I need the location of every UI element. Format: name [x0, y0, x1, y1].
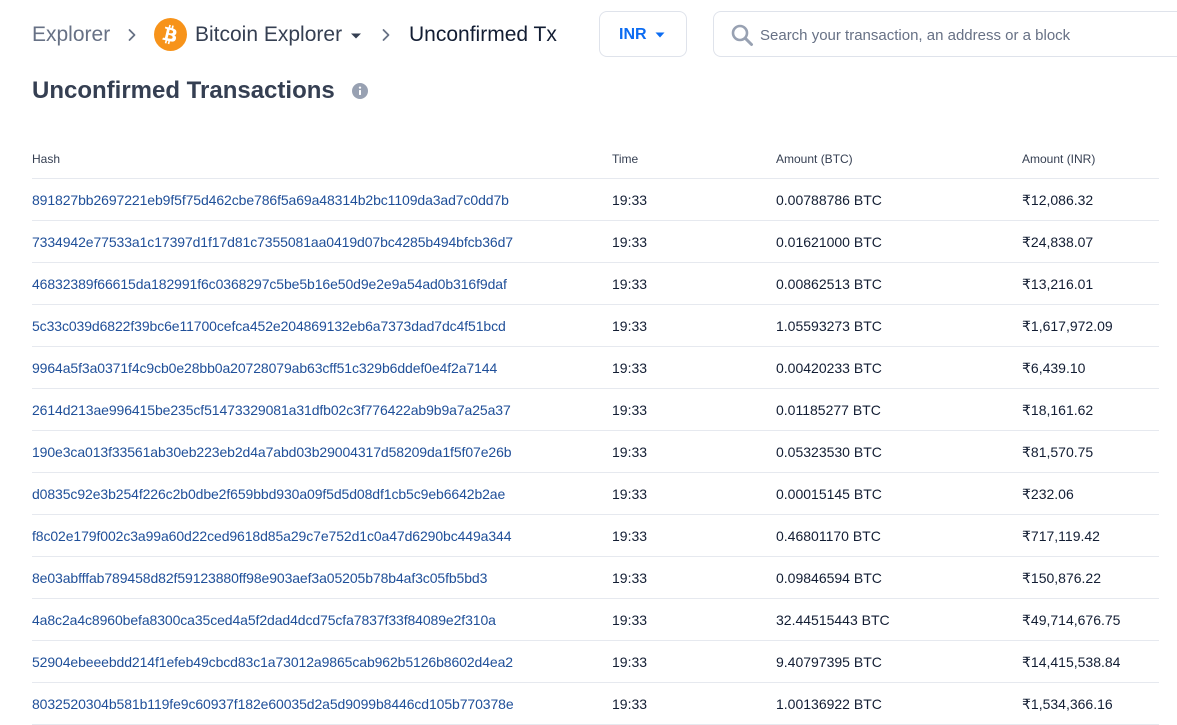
- tx-time: 19:33: [612, 528, 648, 544]
- table-row: 2614d213ae996415be235cf51473329081a31dfb…: [32, 389, 1159, 431]
- table-header-row: Hash Time Amount (BTC) Amount (INR): [32, 137, 1159, 179]
- tx-time: 19:33: [612, 318, 648, 334]
- table-row: 46832389f66615da182991f6c0368297c5be5b16…: [32, 263, 1159, 305]
- table-row: 190e3ca013f33561ab30eb223eb2d4a7abd03b29…: [32, 431, 1159, 473]
- tx-amount-btc: 0.05323530 BTC: [776, 444, 882, 460]
- tx-hash-link[interactable]: 8e03abfffab789458d82f59123880ff98e903aef…: [32, 569, 487, 587]
- chevron-right-icon: [378, 27, 394, 43]
- header: Explorer Bitcoin Explorer Unconfirmed Tx…: [0, 0, 1177, 72]
- tx-amount-btc: 0.46801170 BTC: [776, 528, 881, 544]
- tx-hash-link[interactable]: 891827bb2697221eb9f5f75d462cbe786f5a69a4…: [32, 191, 509, 209]
- tx-time: 19:33: [612, 486, 648, 502]
- tx-amount-btc: 0.09846594 BTC: [776, 570, 882, 586]
- breadcrumb-current: Unconfirmed Tx: [409, 23, 557, 46]
- table-row: 891827bb2697221eb9f5f75d462cbe786f5a69a4…: [32, 179, 1159, 221]
- table-row: 8032520304b581b119fe9c60937f182e60035d2a…: [32, 683, 1159, 725]
- tx-amount-inr: ₹717,119.42: [1022, 528, 1100, 544]
- tx-amount-btc: 0.00788786 BTC: [776, 192, 882, 208]
- tx-time: 19:33: [612, 612, 648, 628]
- tx-amount-btc: 1.00136922 BTC: [776, 696, 882, 712]
- currency-select-button[interactable]: INR: [599, 11, 687, 57]
- tx-amount-btc: 0.00420233 BTC: [776, 360, 882, 376]
- tx-time: 19:33: [612, 276, 648, 292]
- tx-amount-inr: ₹13,216.01: [1022, 276, 1094, 292]
- column-header-amount-inr: Amount (INR): [1022, 152, 1096, 166]
- chevron-right-icon: [124, 27, 140, 43]
- tx-time: 19:33: [612, 360, 648, 376]
- tx-time: 19:33: [612, 192, 648, 208]
- tx-hash-link[interactable]: 2614d213ae996415be235cf51473329081a31dfb…: [32, 401, 511, 419]
- info-icon[interactable]: [352, 83, 368, 99]
- tx-amount-inr: ₹1,534,366.16: [1022, 696, 1113, 712]
- table-row: 7334942e77533a1c17397d1f17d81c7355081aa0…: [32, 221, 1159, 263]
- search-input[interactable]: [760, 22, 1160, 48]
- tx-amount-btc: 9.40797395 BTC: [776, 654, 882, 670]
- tx-amount-btc: 1.05593273 BTC: [776, 318, 882, 334]
- tx-amount-inr: ₹81,570.75: [1022, 444, 1094, 460]
- tx-amount-btc: 0.00862513 BTC: [776, 276, 882, 292]
- tx-amount-btc: 0.01621000 BTC: [776, 234, 882, 250]
- table-row: 5c33c039d6822f39bc6e11700cefca452e204869…: [32, 305, 1159, 347]
- table-row: 52904ebeeebdd214f1efeb49cbcd83c1a73012a9…: [32, 641, 1159, 683]
- tx-hash-link[interactable]: f8c02e179f002c3a99a60d22ced9618d85a29c7e…: [32, 527, 512, 545]
- bitcoin-logo-icon[interactable]: [154, 18, 187, 51]
- search-box[interactable]: [713, 11, 1177, 57]
- tx-amount-btc: 0.01185277 BTC: [776, 402, 881, 418]
- caret-down-icon: [655, 32, 665, 38]
- tx-time: 19:33: [612, 696, 648, 712]
- tx-hash-link[interactable]: 9964a5f3a0371f4c9cb0e28bb0a20728079ab63c…: [32, 359, 497, 377]
- breadcrumb-explorer[interactable]: Explorer: [32, 21, 110, 49]
- tx-amount-btc: 32.44515443 BTC: [776, 612, 890, 628]
- currency-label: INR: [619, 26, 647, 43]
- table-row: d0835c92e3b254f226c2b0dbe2f659bbd930a09f…: [32, 473, 1159, 515]
- column-header-time: Time: [612, 152, 639, 166]
- tx-time: 19:33: [612, 402, 648, 418]
- tx-hash-link[interactable]: 7334942e77533a1c17397d1f17d81c7355081aa0…: [32, 233, 513, 251]
- tx-time: 19:33: [612, 570, 648, 586]
- tx-amount-inr: ₹18,161.62: [1022, 402, 1094, 418]
- page-title: Unconfirmed Transactions: [32, 77, 335, 104]
- caret-down-icon[interactable]: [350, 32, 362, 40]
- tx-hash-link[interactable]: 190e3ca013f33561ab30eb223eb2d4a7abd03b29…: [32, 443, 512, 461]
- tx-amount-inr: ₹1,617,972.09: [1022, 318, 1113, 334]
- table-row: 4a8c2a4c8960befa8300ca35ced4a5f2dad4dcd7…: [32, 599, 1159, 641]
- table-row: 9964a5f3a0371f4c9cb0e28bb0a20728079ab63c…: [32, 347, 1159, 389]
- tx-amount-inr: ₹6,439.10: [1022, 360, 1086, 376]
- tx-hash-link[interactable]: 52904ebeeebdd214f1efeb49cbcd83c1a73012a9…: [32, 653, 513, 671]
- table-row: 8e03abfffab789458d82f59123880ff98e903aef…: [32, 557, 1159, 599]
- tx-hash-link[interactable]: d0835c92e3b254f226c2b0dbe2f659bbd930a09f…: [32, 485, 505, 503]
- tx-amount-inr: ₹232.06: [1022, 486, 1074, 502]
- tx-hash-link[interactable]: 5c33c039d6822f39bc6e11700cefca452e204869…: [32, 317, 506, 335]
- tx-time: 19:33: [612, 444, 648, 460]
- table-row: f8c02e179f002c3a99a60d22ced9618d85a29c7e…: [32, 515, 1159, 557]
- column-header-amount-btc: Amount (BTC): [776, 152, 853, 166]
- column-header-hash: Hash: [32, 152, 61, 166]
- tx-amount-inr: ₹24,838.07: [1022, 234, 1094, 250]
- tx-amount-btc: 0.00015145 BTC: [776, 486, 882, 502]
- tx-hash-link[interactable]: 46832389f66615da182991f6c0368297c5be5b16…: [32, 275, 507, 293]
- transactions-table: Hash Time Amount (BTC) Amount (INR) 8918…: [32, 137, 1159, 725]
- tx-hash-link[interactable]: 4a8c2a4c8960befa8300ca35ced4a5f2dad4dcd7…: [32, 611, 496, 629]
- tx-amount-inr: ₹12,086.32: [1022, 192, 1094, 208]
- tx-amount-inr: ₹150,876.22: [1022, 570, 1101, 586]
- tx-time: 19:33: [612, 234, 648, 250]
- breadcrumb-bitcoin-explorer[interactable]: Bitcoin Explorer: [195, 21, 342, 49]
- tx-amount-inr: ₹49,714,676.75: [1022, 612, 1121, 628]
- table-body: 891827bb2697221eb9f5f75d462cbe786f5a69a4…: [32, 179, 1159, 725]
- tx-time: 19:33: [612, 654, 648, 670]
- search-icon: [730, 23, 754, 47]
- tx-hash-link[interactable]: 8032520304b581b119fe9c60937f182e60035d2a…: [32, 695, 514, 713]
- tx-amount-inr: ₹14,415,538.84: [1022, 654, 1121, 670]
